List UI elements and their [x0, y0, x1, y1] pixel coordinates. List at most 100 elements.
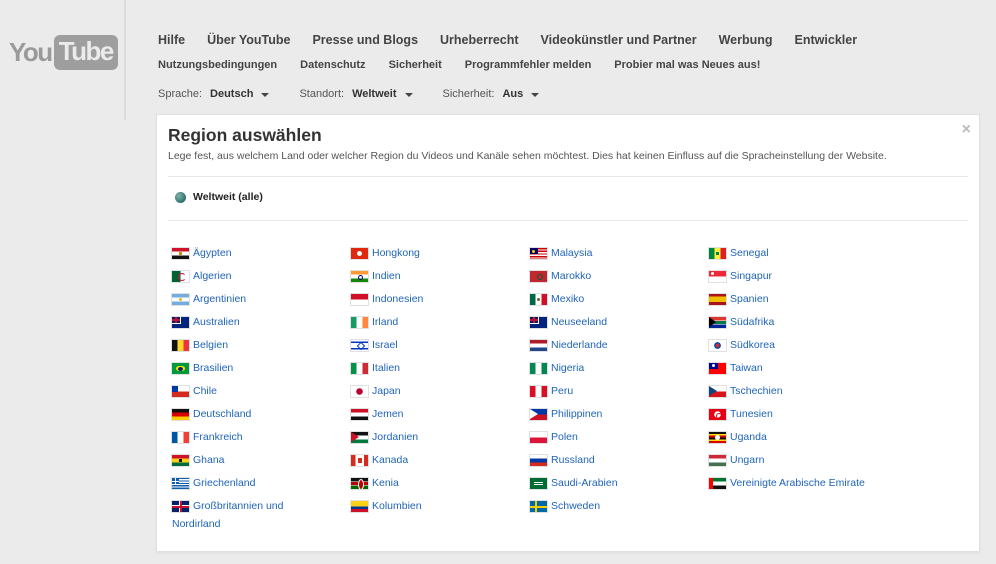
- country-link[interactable]: Mexiko: [551, 293, 584, 306]
- country-link[interactable]: Chile: [193, 385, 217, 398]
- nav-link-copyright[interactable]: Urheberrecht: [440, 33, 519, 47]
- country-item-taiwan[interactable]: Taiwan: [709, 362, 884, 385]
- country-item-philippinen[interactable]: Philippinen: [530, 408, 705, 431]
- nav-link-try-new[interactable]: Probier mal was Neues aus!: [614, 59, 760, 71]
- worldwide-option[interactable]: Weltweit (alle): [175, 191, 263, 203]
- country-item-argentinien[interactable]: Argentinien: [172, 293, 347, 316]
- nav-link-advertising[interactable]: Werbung: [719, 33, 773, 47]
- country-link[interactable]: Taiwan: [730, 362, 763, 375]
- country-link[interactable]: Griechenland: [193, 477, 255, 490]
- country-item-frankreich[interactable]: Frankreich: [172, 431, 347, 454]
- country-link[interactable]: Belgien: [193, 339, 228, 352]
- country-item-hongkong[interactable]: Hongkong: [351, 247, 526, 270]
- country-link[interactable]: Nigeria: [551, 362, 584, 375]
- location-dropdown[interactable]: Weltweit: [352, 88, 413, 100]
- country-link[interactable]: Hongkong: [372, 247, 420, 260]
- country-link[interactable]: Indonesien: [372, 293, 423, 306]
- country-item-deutschland[interactable]: Deutschland: [172, 408, 347, 431]
- nav-link-terms[interactable]: Nutzungsbedingungen: [158, 59, 277, 71]
- country-item-kanada[interactable]: Kanada: [351, 454, 526, 477]
- country-link[interactable]: Ungarn: [730, 454, 764, 467]
- country-item-australien[interactable]: Australien: [172, 316, 347, 339]
- country-link[interactable]: Irland: [372, 316, 398, 329]
- country-link[interactable]: Ghana: [193, 454, 225, 467]
- country-link[interactable]: Malaysia: [551, 247, 592, 260]
- country-link[interactable]: Japan: [372, 385, 401, 398]
- nav-link-creators[interactable]: Videokünstler und Partner: [541, 33, 697, 47]
- nav-link-about[interactable]: Über YouTube: [207, 33, 290, 47]
- country-item-brasilien[interactable]: Brasilien: [172, 362, 347, 385]
- country-link[interactable]: Senegal: [730, 247, 769, 260]
- country-link[interactable]: Frankreich: [193, 431, 243, 444]
- country-item-grossbritannien-und[interactable]: Großbritannien und Nordirland: [172, 500, 347, 546]
- country-item-japan[interactable]: Japan: [351, 385, 526, 408]
- country-item-indien[interactable]: Indien: [351, 270, 526, 293]
- country-link[interactable]: Deutschland: [193, 408, 251, 421]
- country-item-kenia[interactable]: Kenia: [351, 477, 526, 500]
- country-item-tschechien[interactable]: Tschechien: [709, 385, 884, 408]
- nav-link-developers[interactable]: Entwickler: [795, 33, 858, 47]
- country-link[interactable]: Australien: [193, 316, 240, 329]
- country-item-marokko[interactable]: Marokko: [530, 270, 705, 293]
- country-link[interactable]: Indien: [372, 270, 401, 283]
- country-link[interactable]: Russland: [551, 454, 595, 467]
- country-item-polen[interactable]: Polen: [530, 431, 705, 454]
- country-item-singapur[interactable]: Singapur: [709, 270, 884, 293]
- country-item-sudkorea[interactable]: Südkorea: [709, 339, 884, 362]
- country-item-algerien[interactable]: Algerien: [172, 270, 347, 293]
- country-link[interactable]: Uganda: [730, 431, 767, 444]
- country-link[interactable]: Kanada: [372, 454, 408, 467]
- country-link[interactable]: Niederlande: [551, 339, 608, 352]
- nav-link-press[interactable]: Presse und Blogs: [312, 33, 418, 47]
- country-item-malaysia[interactable]: Malaysia: [530, 247, 705, 270]
- country-item-neuseeland[interactable]: Neuseeland: [530, 316, 705, 339]
- country-item-jemen[interactable]: Jemen: [351, 408, 526, 431]
- country-link[interactable]: Polen: [551, 431, 578, 444]
- country-item-israel[interactable]: Israel: [351, 339, 526, 362]
- country-item-italien[interactable]: Italien: [351, 362, 526, 385]
- country-link[interactable]: Südkorea: [730, 339, 775, 352]
- country-item-irland[interactable]: Irland: [351, 316, 526, 339]
- country-item-chile[interactable]: Chile: [172, 385, 347, 408]
- country-link[interactable]: Brasilien: [193, 362, 233, 375]
- country-item-ungarn[interactable]: Ungarn: [709, 454, 884, 477]
- youtube-logo[interactable]: You Tube: [9, 35, 118, 70]
- country-item-sudafrika[interactable]: Südafrika: [709, 316, 884, 339]
- country-item-belgien[interactable]: Belgien: [172, 339, 347, 362]
- country-item-kolumbien[interactable]: Kolumbien: [351, 500, 526, 523]
- country-link[interactable]: Philippinen: [551, 408, 602, 421]
- country-link[interactable]: Ägypten: [193, 247, 232, 260]
- country-item-agypten[interactable]: Ägypten: [172, 247, 347, 270]
- country-item-peru[interactable]: Peru: [530, 385, 705, 408]
- country-item-indonesien[interactable]: Indonesien: [351, 293, 526, 316]
- country-item-jordanien[interactable]: Jordanien: [351, 431, 526, 454]
- country-item-senegal[interactable]: Senegal: [709, 247, 884, 270]
- safety-dropdown[interactable]: Aus: [502, 88, 540, 100]
- country-link[interactable]: Kolumbien: [372, 500, 422, 513]
- country-item-saudi-arabien[interactable]: Saudi-Arabien: [530, 477, 705, 500]
- country-item-nigeria[interactable]: Nigeria: [530, 362, 705, 385]
- country-link[interactable]: Jordanien: [372, 431, 418, 444]
- language-dropdown[interactable]: Deutsch: [210, 88, 270, 100]
- country-link[interactable]: Peru: [551, 385, 573, 398]
- country-link[interactable]: Kenia: [372, 477, 399, 490]
- country-item-mexiko[interactable]: Mexiko: [530, 293, 705, 316]
- country-item-spanien[interactable]: Spanien: [709, 293, 884, 316]
- country-link[interactable]: Israel: [372, 339, 398, 352]
- country-item-uganda[interactable]: Uganda: [709, 431, 884, 454]
- nav-link-help[interactable]: Hilfe: [158, 33, 185, 47]
- country-link[interactable]: Argentinien: [193, 293, 246, 306]
- country-item-schweden[interactable]: Schweden: [530, 500, 705, 523]
- country-link[interactable]: Tunesien: [730, 408, 773, 421]
- nav-link-privacy[interactable]: Datenschutz: [300, 59, 365, 71]
- country-link[interactable]: Tschechien: [730, 385, 783, 398]
- country-link[interactable]: Italien: [372, 362, 400, 375]
- country-link[interactable]: Südafrika: [730, 316, 774, 329]
- country-item-russland[interactable]: Russland: [530, 454, 705, 477]
- country-link[interactable]: Vereinigte Arabische Emirate: [730, 477, 865, 490]
- close-icon[interactable]: ×: [962, 121, 971, 139]
- country-item-tunesien[interactable]: Tunesien: [709, 408, 884, 431]
- country-link[interactable]: Saudi-Arabien: [551, 477, 618, 490]
- country-link[interactable]: Marokko: [551, 270, 591, 283]
- country-link[interactable]: Algerien: [193, 270, 232, 283]
